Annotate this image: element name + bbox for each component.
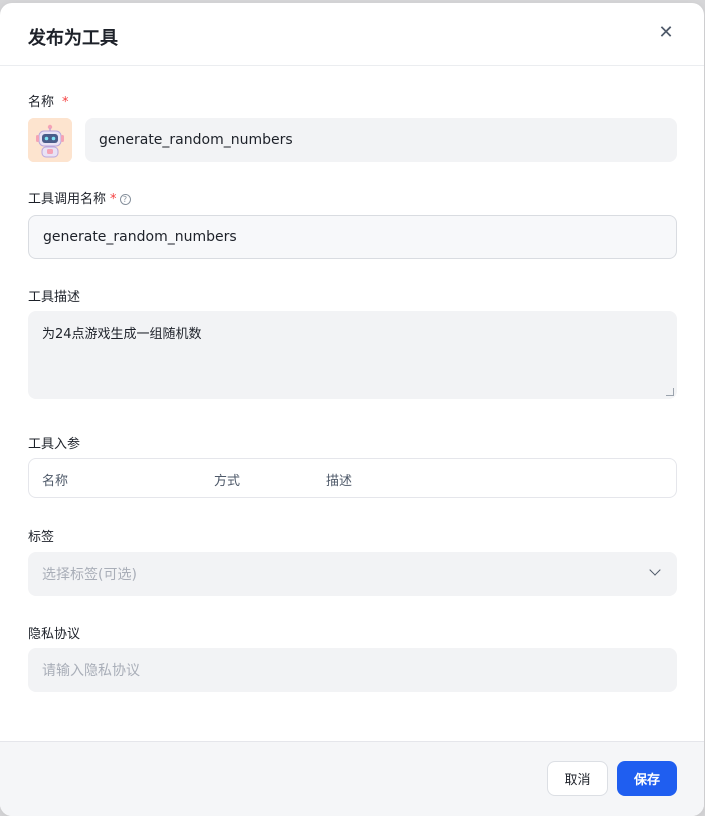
cancel-button[interactable]: 取消	[547, 761, 608, 796]
close-icon[interactable]: ✕	[658, 24, 674, 42]
description-value: 为24点游戏生成一组随机数	[42, 327, 202, 342]
privacy-input[interactable]: 请输入隐私协议	[28, 648, 677, 692]
description-textarea[interactable]: 为24点游戏生成一组随机数	[28, 311, 677, 399]
column-header-description: 描述	[326, 474, 353, 489]
dialog-header: 发布为工具 ✕	[0, 3, 704, 66]
required-mark: *	[110, 192, 117, 207]
name-label: 名称 *	[28, 91, 69, 110]
chevron-down-icon	[649, 564, 661, 576]
call-name-label: 工具调用名称 *?	[28, 188, 131, 207]
column-header-method: 方式	[214, 474, 241, 489]
name-label-text: 名称	[28, 95, 55, 110]
call-name-value: generate_random_numbers	[43, 229, 237, 245]
robot-avatar-icon[interactable]	[28, 118, 72, 162]
column-header-name: 名称	[42, 474, 69, 489]
tags-placeholder: 选择标签(可选)	[42, 567, 137, 583]
help-circle-icon[interactable]: ?	[119, 194, 131, 205]
call-name-label-text: 工具调用名称	[28, 192, 107, 207]
params-table-header: 名称 方式 描述	[28, 458, 677, 498]
tool-name-value: generate_random_numbers	[99, 132, 293, 148]
save-button[interactable]: 保存	[617, 761, 677, 796]
call-name-input[interactable]: generate_random_numbers	[28, 215, 677, 259]
dialog-title: 发布为工具	[28, 28, 118, 49]
publish-tool-dialog: 发布为工具 ✕ 名称 * generate_random_numbers 工具调用…	[0, 3, 704, 816]
privacy-label: 隐私协议	[28, 627, 81, 642]
privacy-placeholder: 请输入隐私协议	[42, 663, 140, 679]
params-label: 工具入参	[28, 437, 81, 452]
required-mark: *	[62, 95, 69, 110]
description-label: 工具描述	[28, 290, 81, 305]
tool-name-input[interactable]: generate_random_numbers	[85, 118, 677, 162]
resize-handle-icon[interactable]	[666, 388, 674, 396]
tags-select[interactable]: 选择标签(可选)	[28, 552, 677, 596]
tags-label: 标签	[28, 530, 55, 545]
dialog-footer: 取消 保存	[0, 741, 704, 816]
